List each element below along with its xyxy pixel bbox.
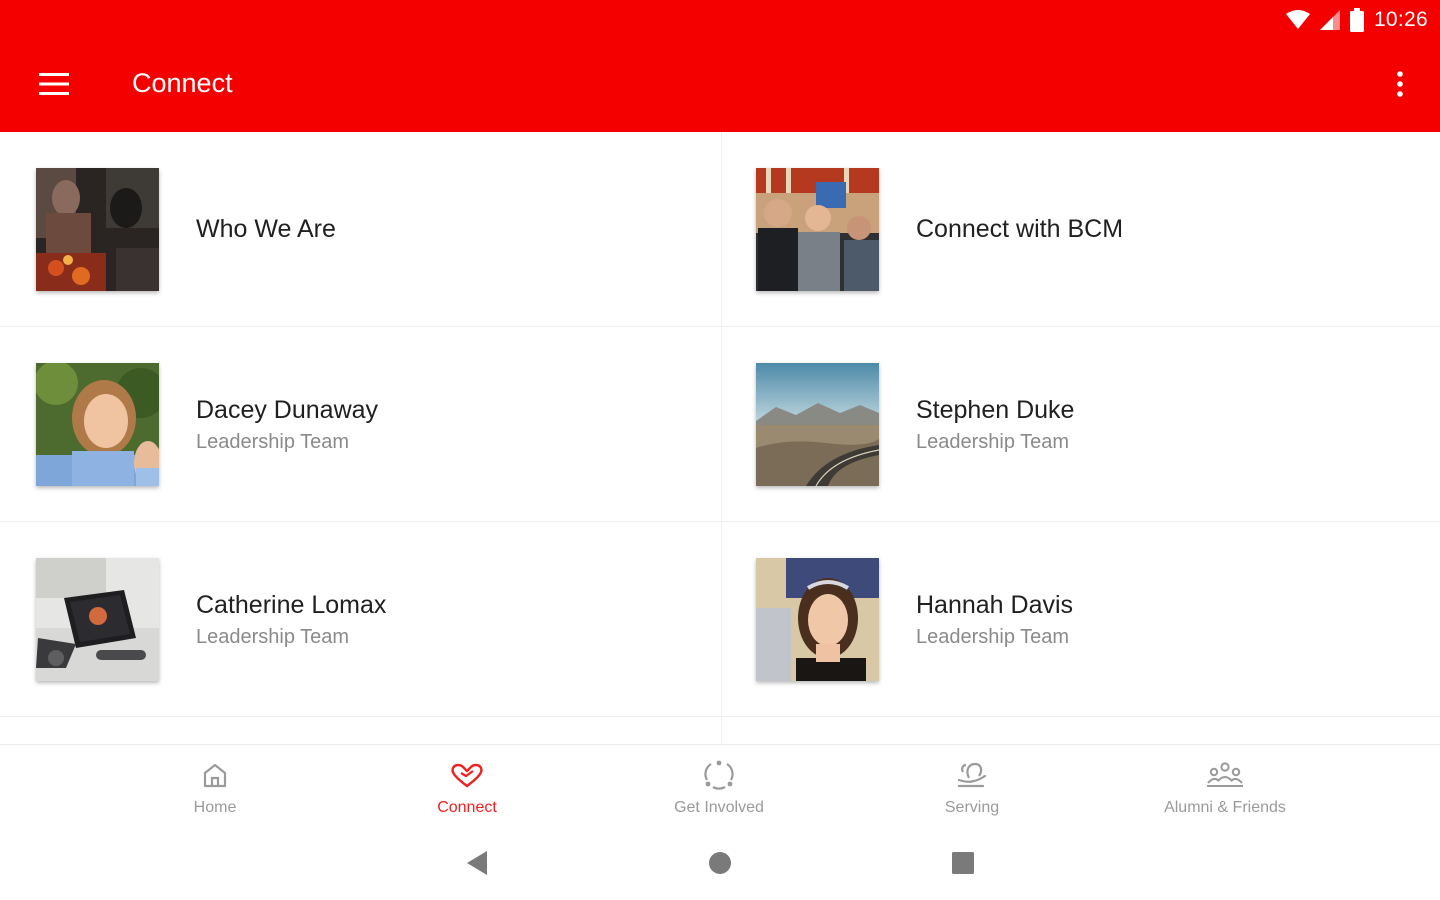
back-icon [465,850,489,881]
desert-road-photo [756,363,879,486]
students-cheering-photo [756,168,879,291]
card-title: Stephen Duke [916,395,1075,424]
card-subtitle: Leadership Team [916,625,1070,648]
system-back-button[interactable] [457,850,497,880]
battery-icon [1349,8,1364,32]
tablet-desk-photo [36,558,159,681]
portrait-photo [36,363,159,486]
overflow-menu-button[interactable] [1384,64,1416,108]
app-bar: 10:26 Connect [0,0,1440,132]
portrait-photo [756,558,879,681]
nav-label: Connect [437,799,497,816]
hamburger-menu-icon [39,72,69,100]
nav-label: Alumni & Friends [1164,799,1286,816]
serving-icon [955,759,989,791]
card-subtitle: Leadership Team [196,430,350,453]
system-home-button[interactable] [700,850,740,880]
menu-button[interactable] [30,66,78,106]
connect-heart-icon [449,759,485,791]
card-who-we-are[interactable]: Who We Are [0,132,720,327]
home-icon [201,759,229,791]
home-circle-icon [708,851,732,880]
card-title: Catherine Lomax [196,590,387,619]
alumni-group-icon [1205,759,1245,791]
card-connect-with-bcm[interactable]: Connect with BCM [720,132,1440,327]
group-campfire-photo [36,168,159,291]
status-time: 10:26 [1373,8,1428,31]
nav-get-involved[interactable]: Get Involved [619,745,819,833]
recents-icon [952,851,974,879]
nav-connect[interactable]: Connect [367,745,567,833]
nav-label: Serving [944,799,1000,816]
system-recents-button[interactable] [943,850,983,880]
nav-serving[interactable]: Serving [872,745,1072,833]
card-catherine-lomax[interactable]: Catherine Lomax Leadership Team [0,522,720,717]
card-title: Hannah Davis [916,590,1074,619]
nav-alumni-friends[interactable]: Alumni & Friends [1125,745,1325,833]
nav-home[interactable]: Home [115,745,315,833]
card-title: Connect with BCM [916,215,1124,243]
card-subtitle: Leadership Team [196,625,350,648]
nav-label: Get Involved [674,799,764,816]
page-title: Connect [132,68,233,98]
card-stephen-duke[interactable]: Stephen Duke Leadership Team [720,327,1440,522]
wifi-icon [1285,10,1310,30]
signal-icon [1319,10,1340,30]
card-dacey-dunaway[interactable]: Dacey Dunaway Leadership Team [0,327,720,522]
card-title: Dacey Dunaway [196,395,379,424]
card-title: Who We Are [196,215,336,243]
nav-label: Home [193,799,237,816]
card-subtitle: Leadership Team [916,430,1070,453]
more-vertical-icon [1396,70,1404,102]
bottom-navigation: Home Connect Get Involved Serving Alumni… [0,744,1440,832]
system-navigation-bar [0,832,1440,900]
get-involved-icon [703,759,735,791]
status-bar: 10:26 [1285,6,1428,34]
card-hannah-davis[interactable]: Hannah Davis Leadership Team [720,522,1440,717]
content-grid: Who We Are Connect with BCM Dacey Dunawa… [0,132,1440,744]
